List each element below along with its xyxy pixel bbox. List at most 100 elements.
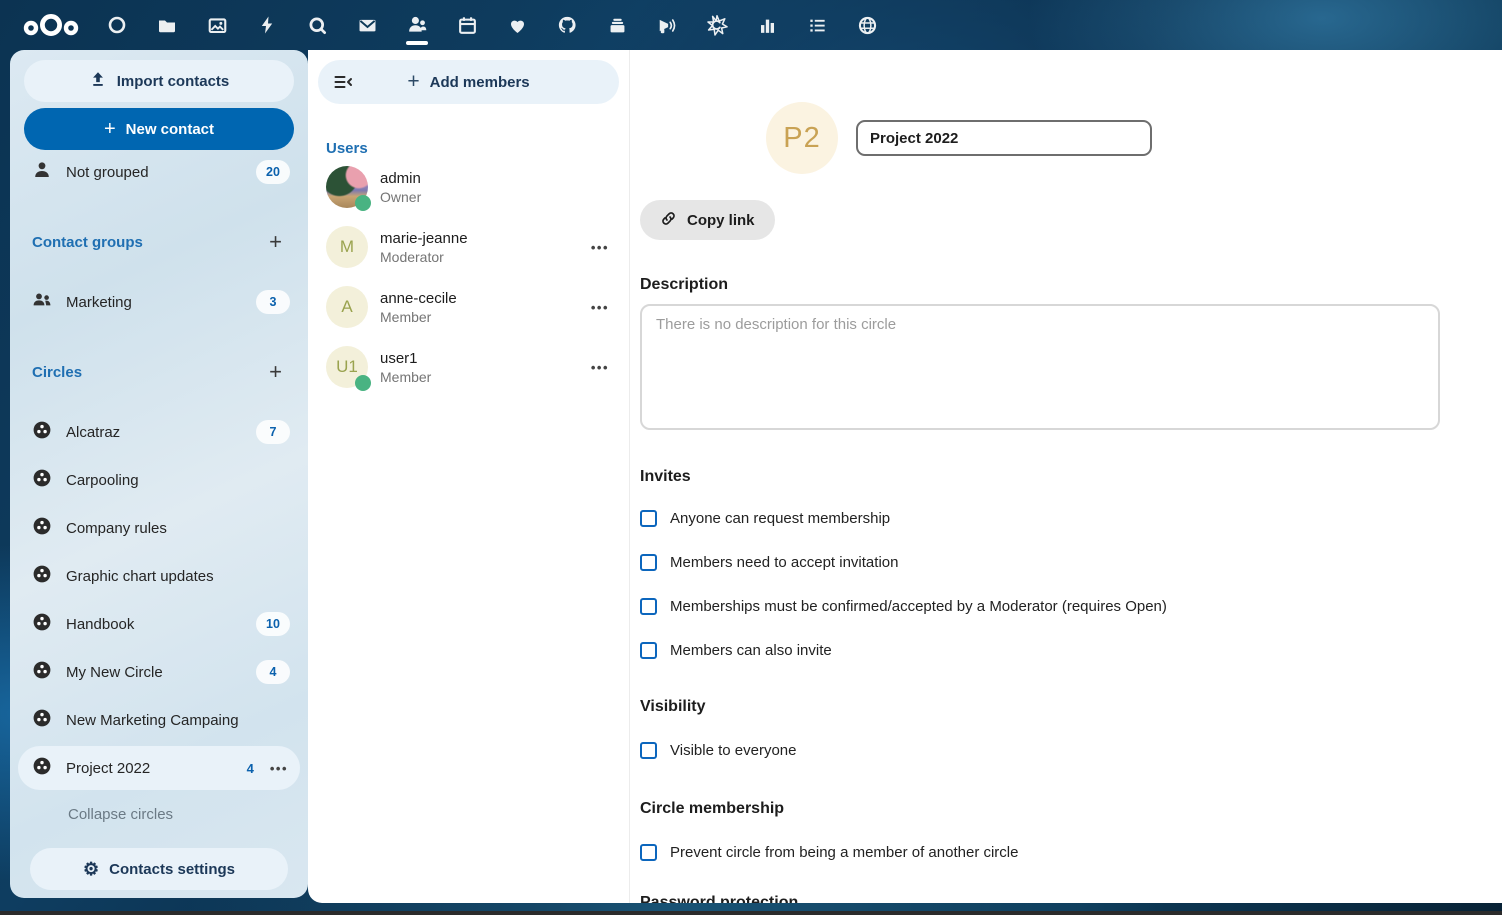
sidebar-item-marketing[interactable]: Marketing 3 <box>18 280 300 324</box>
collapse-circles-link[interactable]: Collapse circles <box>18 802 300 830</box>
sidebar-item-alcatraz[interactable]: Alcatraz 7 <box>18 410 300 454</box>
member-row-user1[interactable]: U1 user1 Member ••• <box>318 337 619 397</box>
activity-icon[interactable] <box>242 0 292 50</box>
member-role: Moderator <box>380 248 577 266</box>
member-row-marie-jeanne[interactable]: M marie-jeanne Moderator ••• <box>318 217 619 277</box>
sidebar-item-handbook[interactable]: Handbook 10 <box>18 602 300 646</box>
nextcloud-logo[interactable] <box>22 11 80 44</box>
member-actions-menu[interactable]: ••• <box>589 300 611 315</box>
circle-icon <box>32 612 52 636</box>
sidebar-item-project-2022[interactable]: Project 2022 4 ••• <box>18 746 300 790</box>
copy-link-button[interactable]: Copy link <box>640 200 775 240</box>
circle-avatar: P2 <box>766 102 838 174</box>
description-textarea[interactable] <box>640 304 1440 430</box>
checkbox-members-need-to-accept-invitation[interactable]: Members need to accept invitation <box>640 552 1440 572</box>
contacts-icon[interactable] <box>392 0 442 50</box>
checkbox-label: Members need to accept invitation <box>670 554 898 571</box>
link-icon <box>660 210 677 231</box>
collectives-icon[interactable] <box>692 0 742 50</box>
checkbox-prevent-circle-membership[interactable]: Prevent circle from being a member of an… <box>640 842 1440 862</box>
circles-header: Circles + <box>18 350 300 394</box>
member-role: Owner <box>380 188 611 206</box>
dashboard-circle-icon[interactable] <box>92 0 142 50</box>
contacts-sidebar: Import contacts + New contact Not groupe… <box>10 50 308 898</box>
sidebar-item-graphic-chart-updates[interactable]: Graphic chart updates <box>18 554 300 598</box>
add-members-button[interactable]: + Add members <box>318 60 619 104</box>
checkbox-icon[interactable] <box>640 642 657 659</box>
member-name: admin <box>380 169 611 188</box>
app-menu <box>92 0 892 50</box>
not-grouped-count-badge: 20 <box>256 160 290 184</box>
mail-icon[interactable] <box>342 0 392 50</box>
announcements-megaphone-icon[interactable] <box>642 0 692 50</box>
new-contact-button[interactable]: + New contact <box>24 108 294 150</box>
circle-name-input[interactable] <box>856 120 1152 156</box>
checkbox-memberships-confirmed-by-moderator[interactable]: Memberships must be confirmed/accepted b… <box>640 596 1440 616</box>
online-status-dot <box>355 375 371 391</box>
checkbox-icon[interactable] <box>640 510 657 527</box>
checkbox-icon[interactable] <box>640 554 657 571</box>
tasks-list-icon[interactable] <box>792 0 842 50</box>
people-icon <box>32 290 52 314</box>
sidebar-item-my-new-circle[interactable]: My New Circle 4 <box>18 650 300 694</box>
circle-icon <box>32 420 52 444</box>
circle-label: Project 2022 <box>66 760 233 777</box>
member-row-admin[interactable]: admin Owner <box>318 157 619 217</box>
member-role: Member <box>380 308 577 326</box>
contacts-settings-button[interactable]: ⚙ Contacts settings <box>30 848 288 890</box>
checkbox-label: Members can also invite <box>670 642 832 659</box>
deck-stack-icon[interactable] <box>592 0 642 50</box>
github-icon[interactable] <box>542 0 592 50</box>
plus-icon: + <box>407 70 419 94</box>
marketing-label: Marketing <box>66 294 242 311</box>
checkbox-icon[interactable] <box>640 742 657 759</box>
circle-icon <box>32 516 52 540</box>
files-icon[interactable] <box>142 0 192 50</box>
circle-icon <box>32 660 52 684</box>
circle-count-badge: 10 <box>256 612 290 636</box>
users-header: Users <box>326 140 619 157</box>
copy-link-label: Copy link <box>687 212 755 229</box>
checkbox-members-can-also-invite[interactable]: Members can also invite <box>640 640 1440 660</box>
circle-label: Graphic chart updates <box>66 568 290 585</box>
invites-heading: Invites <box>640 468 1440 486</box>
circle-label: Alcatraz <box>66 424 242 441</box>
circle-label: My New Circle <box>66 664 242 681</box>
health-heart-icon[interactable] <box>492 0 542 50</box>
sidebar-item-new-marketing-campaing[interactable]: New Marketing Campaing <box>18 698 300 742</box>
checkbox-icon[interactable] <box>640 598 657 615</box>
checkbox-anyone-can-request-membership[interactable]: Anyone can request membership <box>640 508 1440 528</box>
maps-globe-icon[interactable] <box>842 0 892 50</box>
avatar: M <box>326 226 368 268</box>
circle-icon <box>32 756 52 780</box>
password-protection-heading: Password protection <box>640 894 1440 903</box>
circle-actions-menu[interactable]: ••• <box>268 761 290 776</box>
circle-header: P2 <box>766 102 1440 174</box>
sidebar-item-carpooling[interactable]: Carpooling <box>18 458 300 502</box>
sidebar-item-company-rules[interactable]: Company rules <box>18 506 300 550</box>
member-name: marie-jeanne <box>380 229 577 248</box>
avatar: A <box>326 286 368 328</box>
calendar-icon[interactable] <box>442 0 492 50</box>
checkbox-label: Memberships must be confirmed/accepted b… <box>670 598 1167 615</box>
avatar: U1 <box>326 346 368 388</box>
checkbox-visible-to-everyone[interactable]: Visible to everyone <box>640 740 1440 760</box>
members-panel: + Add members Users admin Owner M marie-… <box>308 50 630 903</box>
upload-icon <box>89 70 107 92</box>
analytics-bars-icon[interactable] <box>742 0 792 50</box>
sidebar-item-not-grouped[interactable]: Not grouped 20 <box>18 150 300 194</box>
member-actions-menu[interactable]: ••• <box>589 360 611 375</box>
avatar <box>326 166 368 208</box>
add-circle-button[interactable]: + <box>263 362 288 382</box>
member-row-anne-cecile[interactable]: A anne-cecile Member ••• <box>318 277 619 337</box>
window-bottom-edge <box>0 911 1502 915</box>
import-contacts-label: Import contacts <box>117 73 230 90</box>
add-group-button[interactable]: + <box>263 232 288 252</box>
collapse-sidebar-icon[interactable] <box>332 71 354 97</box>
search-icon[interactable] <box>292 0 342 50</box>
photos-icon[interactable] <box>192 0 242 50</box>
member-actions-menu[interactable]: ••• <box>589 240 611 255</box>
member-name: anne-cecile <box>380 289 577 308</box>
import-contacts-button[interactable]: Import contacts <box>24 60 294 102</box>
checkbox-icon[interactable] <box>640 844 657 861</box>
